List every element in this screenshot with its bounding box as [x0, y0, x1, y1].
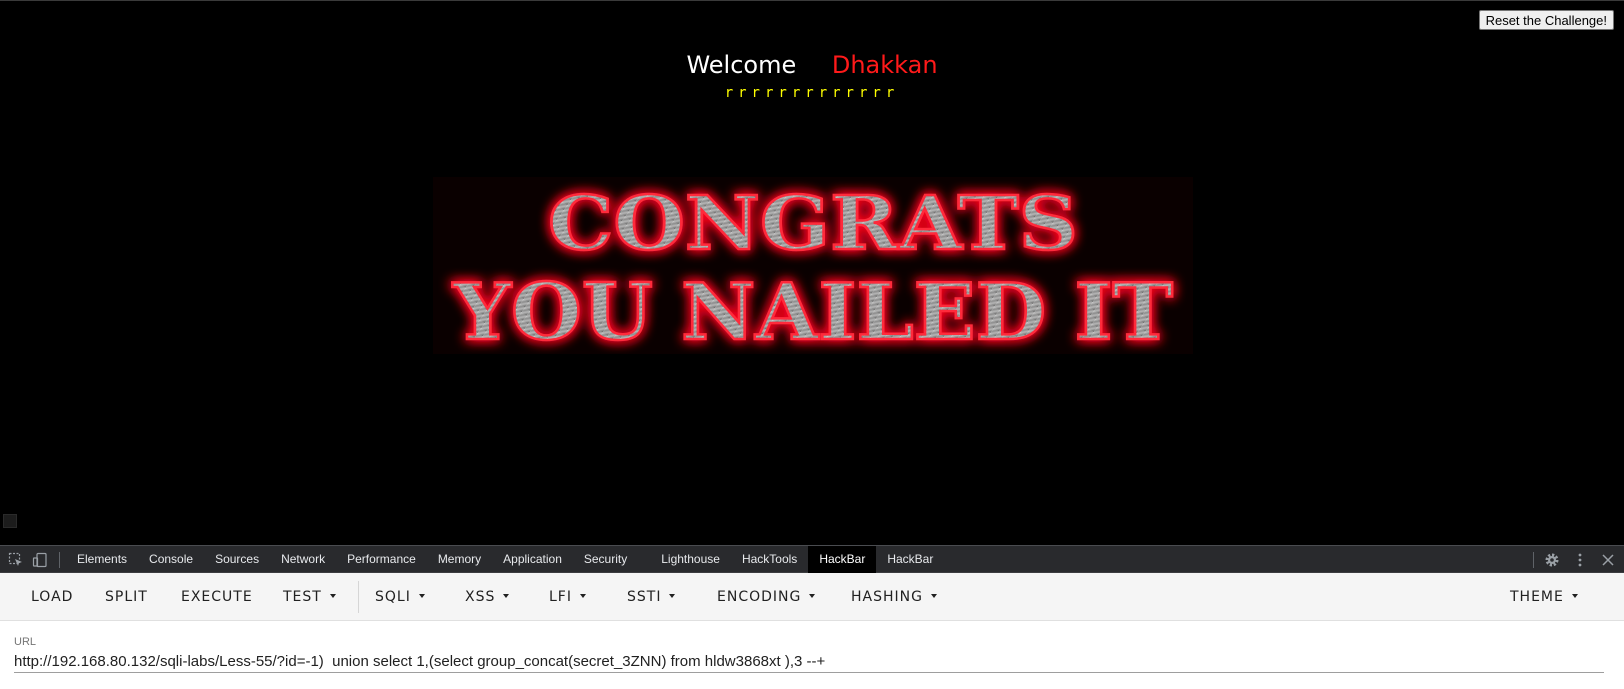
- hashing-dropdown[interactable]: HASHING: [838, 573, 950, 621]
- corner-widget: [3, 514, 17, 528]
- inspect-element-icon[interactable]: [8, 552, 24, 568]
- test-label: TEST: [283, 589, 322, 605]
- lfi-dropdown[interactable]: LFI: [536, 573, 599, 621]
- hashing-label: HASHING: [851, 589, 923, 605]
- caret-down-icon: [579, 594, 586, 598]
- tab-security[interactable]: Security: [573, 546, 638, 573]
- execute-label: EXECUTE: [181, 589, 253, 605]
- lfi-label: LFI: [549, 589, 572, 605]
- sqli-dropdown[interactable]: SQLI: [362, 573, 438, 621]
- tab-sources[interactable]: Sources: [204, 546, 270, 573]
- load-button[interactable]: LOAD: [18, 573, 86, 621]
- execute-button[interactable]: EXECUTE: [168, 573, 266, 621]
- encoding-label: ENCODING: [717, 589, 802, 605]
- gear-icon[interactable]: [1544, 552, 1560, 568]
- caret-down-icon: [1571, 594, 1578, 598]
- banner-line-2: YOU NAILED IT: [452, 267, 1173, 354]
- tab-hacktools[interactable]: HackTools: [731, 546, 808, 573]
- tab-network[interactable]: Network: [270, 546, 336, 573]
- close-icon[interactable]: [1600, 552, 1616, 568]
- devtools-tabs: Elements Console Sources Network Perform…: [66, 546, 944, 573]
- tab-hackbar-active[interactable]: HackBar: [808, 546, 877, 573]
- tab-memory[interactable]: Memory: [427, 546, 492, 573]
- tab-performance[interactable]: Performance: [336, 546, 427, 573]
- caret-down-icon: [329, 594, 336, 598]
- tab-application[interactable]: Application: [492, 546, 573, 573]
- caret-down-icon: [669, 594, 676, 598]
- sqli-label: SQLI: [375, 589, 411, 605]
- banner-line-1: CONGRATS: [548, 181, 1078, 267]
- tab-elements[interactable]: Elements: [66, 546, 138, 573]
- encoding-dropdown[interactable]: ENCODING: [704, 573, 828, 621]
- welcome-line: Welcome Dhakkan: [0, 51, 1624, 79]
- congrats-banner: CONGRATS YOU NAILED IT: [433, 177, 1193, 354]
- device-toolbar-icon[interactable]: [32, 552, 48, 568]
- caret-down-icon: [809, 594, 816, 598]
- load-label: LOAD: [31, 589, 74, 605]
- user-name: Dhakkan: [831, 51, 938, 79]
- url-panel: URL: [0, 621, 1624, 689]
- caret-down-icon: [503, 594, 510, 598]
- welcome-text: Welcome: [686, 51, 797, 79]
- theme-label: THEME: [1510, 589, 1564, 605]
- tab-console[interactable]: Console: [138, 546, 204, 573]
- toolbar-divider: [358, 581, 359, 613]
- url-input[interactable]: [14, 651, 1604, 673]
- test-dropdown[interactable]: TEST: [270, 573, 349, 621]
- theme-dropdown[interactable]: THEME: [1497, 573, 1591, 621]
- hackbar-toolbar: LOAD SPLIT EXECUTE TEST SQLI XSS LFI SST…: [0, 573, 1624, 621]
- xss-label: XSS: [465, 589, 496, 605]
- split-label: SPLIT: [105, 589, 148, 605]
- url-label: URL: [14, 636, 37, 648]
- tab-hackbar[interactable]: HackBar: [876, 546, 944, 573]
- caret-down-icon: [418, 594, 425, 598]
- ssti-label: SSTI: [627, 589, 662, 605]
- xss-dropdown[interactable]: XSS: [452, 573, 522, 621]
- tab-lighthouse[interactable]: Lighthouse: [650, 546, 731, 573]
- reset-challenge-button[interactable]: Reset the Challenge!: [1478, 10, 1614, 30]
- page-viewport: Reset the Challenge! Welcome Dhakkan rrr…: [0, 0, 1624, 545]
- devtools-tab-strip: Elements Console Sources Network Perform…: [0, 545, 1624, 573]
- split-button[interactable]: SPLIT: [92, 573, 161, 621]
- toolbar-divider: [1533, 552, 1534, 568]
- caret-down-icon: [930, 594, 937, 598]
- ssti-dropdown[interactable]: SSTI: [614, 573, 688, 621]
- status-marks: rrrrrrrrrrrrr: [724, 85, 900, 101]
- more-vert-icon[interactable]: [1572, 552, 1588, 568]
- toolbar-divider: [59, 552, 60, 568]
